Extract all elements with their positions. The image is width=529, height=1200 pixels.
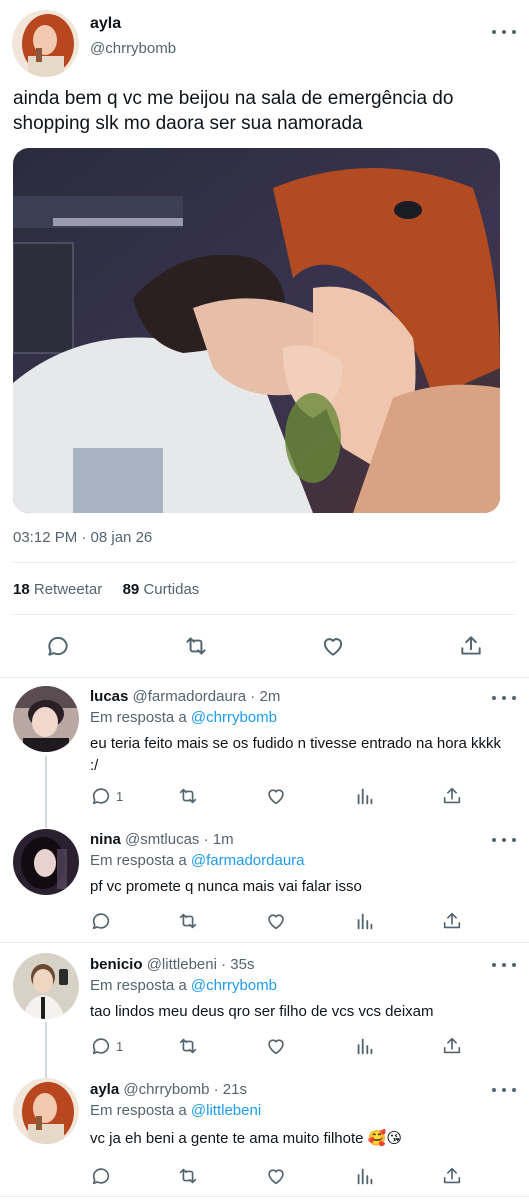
retweets-count: 18: [13, 581, 30, 598]
share-icon[interactable]: [441, 785, 463, 807]
reply-header: benicio @littlebeni · 35s: [90, 956, 254, 973]
tweet-text: ainda bem q vc me beijou na sala de emer…: [13, 88, 454, 134]
reply-count: 1: [116, 788, 124, 804]
thread-line: [45, 756, 47, 828]
share-icon[interactable]: [441, 1035, 463, 1057]
reply-header: lucas @farmadordaura · 2m: [90, 688, 280, 705]
more-options-icon[interactable]: [492, 1084, 516, 1096]
reply-prefix: Em resposta a: [90, 1102, 187, 1119]
divider: [0, 1196, 529, 1197]
replying-to: Em resposta a @chrrybomb: [90, 977, 277, 994]
like-icon[interactable]: [265, 1035, 287, 1057]
more-options-icon[interactable]: [492, 834, 516, 846]
reply-count: 1: [116, 1038, 124, 1054]
like-icon[interactable]: [265, 785, 287, 807]
avatar[interactable]: [13, 686, 79, 752]
reply-prefix: Em resposta a: [90, 852, 187, 869]
views-icon[interactable]: [354, 785, 376, 807]
retweet-icon[interactable]: [176, 910, 200, 932]
more-options-icon[interactable]: [492, 959, 516, 971]
more-options-icon[interactable]: [492, 692, 516, 704]
reply-button[interactable]: [90, 910, 112, 932]
replying-to: Em resposta a @farmadordaura: [90, 852, 305, 869]
reply-button[interactable]: 1: [90, 1035, 123, 1057]
reply-text: vc ja eh beni a gente te ama muito filho…: [90, 1130, 402, 1147]
retweet-icon[interactable]: [176, 785, 200, 807]
reply-text: eu teria feito mais se os fudido n tives…: [90, 735, 502, 774]
avatar[interactable]: [13, 1078, 79, 1144]
replying-to: Em resposta a @chrrybomb: [90, 709, 277, 726]
reply-text: tao lindos meu deus qro ser filho de vcs…: [90, 1003, 434, 1020]
likes-count: 89: [122, 581, 140, 598]
views-icon[interactable]: [354, 910, 376, 932]
retweets-stat[interactable]: 18 Retweetar: [13, 581, 102, 598]
reply-prefix: Em resposta a: [90, 977, 187, 994]
like-icon[interactable]: [265, 1165, 287, 1187]
views-icon[interactable]: [354, 1035, 376, 1057]
reply-meta[interactable]: @smtlucas · 1m: [125, 831, 234, 848]
divider: [13, 562, 516, 563]
replying-to-link[interactable]: @chrrybomb: [191, 709, 277, 726]
reply-icon[interactable]: [43, 631, 73, 661]
reply-meta[interactable]: @chrrybomb · 21s: [123, 1081, 247, 1098]
replying-to: Em resposta a @littlebeni: [90, 1102, 261, 1119]
replying-to-link[interactable]: @farmadordaura: [191, 852, 305, 869]
retweet-icon[interactable]: [181, 631, 211, 661]
reply-prefix: Em resposta a: [90, 709, 187, 726]
like-icon[interactable]: [265, 910, 287, 932]
reply-meta[interactable]: @farmadordaura · 2m: [133, 688, 281, 705]
author-name[interactable]: ayla: [90, 15, 121, 33]
reply-meta[interactable]: @littlebeni · 35s: [147, 956, 255, 973]
share-icon[interactable]: [441, 910, 463, 932]
divider: [0, 677, 529, 678]
likes-label: Curtidas: [143, 581, 200, 598]
reply-author-name[interactable]: benicio: [90, 956, 143, 973]
more-options-icon[interactable]: [492, 26, 516, 38]
tweet-photo[interactable]: [13, 148, 500, 513]
divider: [13, 614, 516, 615]
tweet-timestamp[interactable]: 03:12 PM · 08 jan 26: [13, 529, 152, 546]
like-icon[interactable]: [318, 631, 348, 661]
avatar[interactable]: [13, 953, 79, 1019]
retweet-icon[interactable]: [176, 1035, 200, 1057]
reply-author-name[interactable]: ayla: [90, 1081, 119, 1098]
reply-button[interactable]: 1: [90, 785, 123, 807]
reply-text: pf vc promete q nunca mais vai falar iss…: [90, 878, 362, 895]
retweet-icon[interactable]: [176, 1165, 200, 1187]
reply-author-name[interactable]: lucas: [90, 688, 128, 705]
share-icon[interactable]: [441, 1165, 463, 1187]
thread-line: [45, 1022, 47, 1078]
likes-stat[interactable]: 89 Curtidas: [123, 581, 200, 598]
avatar[interactable]: [12, 10, 79, 77]
reply-header: ayla @chrrybomb · 21s: [90, 1081, 247, 1098]
retweets-label: Retweetar: [33, 581, 103, 598]
reply-header: nina @smtlucas · 1m: [90, 831, 234, 848]
author-handle[interactable]: @chrrybomb: [90, 40, 176, 57]
divider: [0, 942, 529, 943]
views-icon[interactable]: [354, 1165, 376, 1187]
avatar[interactable]: [13, 829, 79, 895]
reply-author-name[interactable]: nina: [90, 831, 121, 848]
reply-button[interactable]: [90, 1165, 112, 1187]
replying-to-link[interactable]: @chrrybomb: [191, 977, 277, 994]
share-icon[interactable]: [456, 631, 486, 661]
replying-to-link[interactable]: @littlebeni: [191, 1102, 261, 1119]
tweet-stats: 18 Retweetar 89 Curtidas: [13, 581, 199, 598]
